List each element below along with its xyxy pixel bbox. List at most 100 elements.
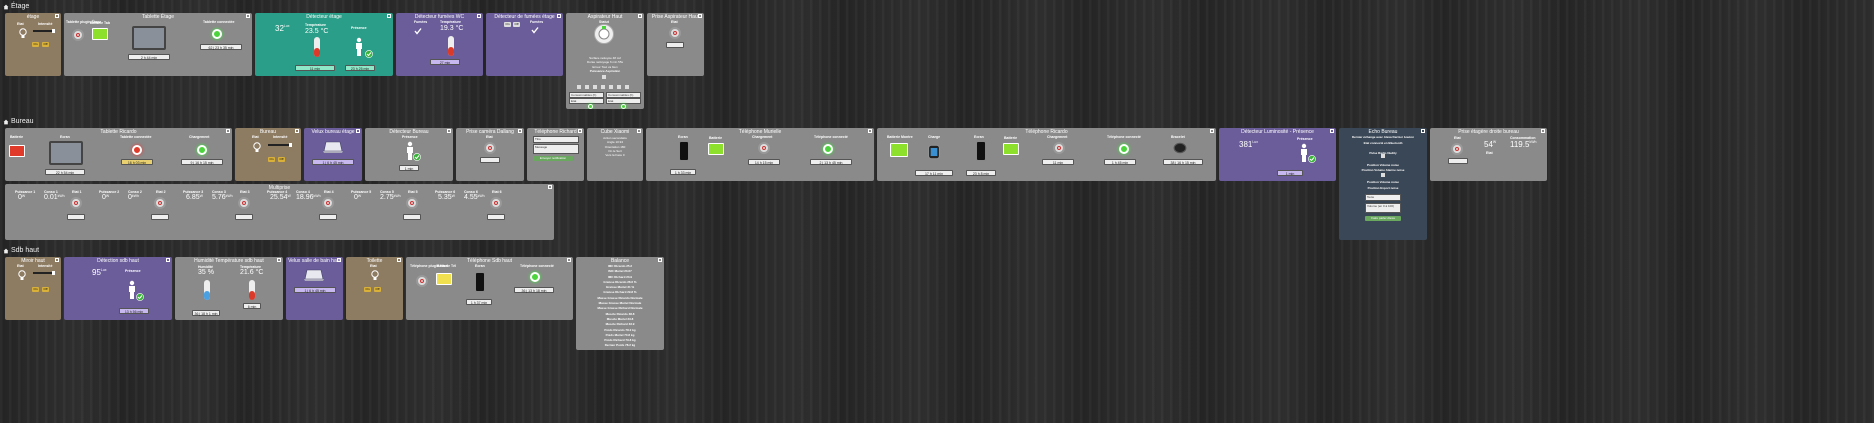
- on-button[interactable]: On: [32, 287, 39, 292]
- config-icon[interactable]: [166, 258, 170, 262]
- control-button[interactable]: [625, 85, 629, 89]
- refresh-icon[interactable]: [588, 104, 593, 109]
- status-badge: [666, 42, 684, 48]
- plug-icon[interactable]: [1451, 143, 1463, 155]
- config-icon[interactable]: [578, 129, 582, 133]
- config-icon[interactable]: [356, 129, 360, 133]
- config-icon[interactable]: [698, 14, 702, 18]
- window-icon[interactable]: [323, 141, 343, 153]
- control-button[interactable]: [617, 85, 621, 89]
- plug-icon[interactable]: [416, 275, 428, 287]
- config-icon[interactable]: [397, 258, 401, 262]
- on-button[interactable]: On: [268, 157, 275, 162]
- intensity-slider[interactable]: [33, 271, 55, 275]
- config-icon[interactable]: [1330, 129, 1334, 133]
- config-icon[interactable]: [55, 14, 59, 18]
- tile-balance: Balance IMC Ricardo 25.2 IMC Muriel 23.67…: [576, 257, 664, 350]
- config-icon[interactable]: [548, 185, 552, 189]
- config-icon[interactable]: [295, 129, 299, 133]
- power-value: 0W: [18, 194, 26, 201]
- label-chargement: Chargement: [189, 135, 210, 139]
- tile-detecteur-luminosite: Détecteur Luminosité - Présence 381Lux P…: [1219, 128, 1336, 181]
- checkbox[interactable]: [1381, 154, 1385, 158]
- window-icon[interactable]: [304, 269, 324, 281]
- status-badge: [235, 214, 253, 220]
- config-icon[interactable]: [55, 258, 59, 262]
- config-icon[interactable]: [277, 258, 281, 262]
- label-connect: Tablette connectée: [120, 135, 152, 139]
- status-badge: [151, 214, 169, 220]
- plug-icon[interactable]: [669, 27, 681, 39]
- thermometer-icon: [249, 280, 255, 300]
- label-presence: Présence: [1297, 137, 1313, 141]
- config-icon[interactable]: [337, 258, 341, 262]
- off-button[interactable]: Off: [42, 287, 49, 292]
- plug-icon[interactable]: [322, 197, 334, 209]
- config-icon[interactable]: [567, 258, 571, 262]
- power-slider[interactable]: [602, 75, 606, 79]
- label-ecran: Ecran: [60, 135, 70, 139]
- bulb-icon[interactable]: [253, 142, 261, 153]
- off-button[interactable]: Off: [42, 42, 49, 47]
- label-connect: Téléphone connecté: [814, 135, 848, 139]
- config-icon[interactable]: [638, 14, 642, 18]
- volume-input[interactable]: Volume (en 0 à 100): [1365, 203, 1401, 213]
- config-icon[interactable]: [477, 14, 481, 18]
- humidity-gauge-icon: [204, 280, 210, 300]
- tile-fumees-etage: Détecteur de fumées étage On Off Fumées: [486, 13, 563, 76]
- config-icon[interactable]: [518, 129, 522, 133]
- message-input[interactable]: Message: [533, 144, 579, 154]
- speak-button[interactable]: Faire parler Alexa: [1365, 216, 1401, 221]
- tile-tablette-ricardo: Tablette Ricardo Batterie Ecran Tablette…: [5, 128, 232, 181]
- bulb-icon[interactable]: [18, 270, 26, 281]
- config-icon[interactable]: [1541, 129, 1545, 133]
- control-button[interactable]: [577, 85, 581, 89]
- on-button[interactable]: On: [504, 22, 511, 27]
- status-badge: [487, 214, 505, 220]
- presence-check-icon: [1308, 155, 1316, 163]
- config-icon[interactable]: [557, 14, 561, 18]
- label-connect: Téléphone connecté: [520, 264, 554, 268]
- config-icon[interactable]: [637, 129, 641, 133]
- plug-icon[interactable]: [72, 29, 84, 41]
- intensity-slider[interactable]: [268, 143, 292, 147]
- tile-aspirateur: Aspirateur Haut Statut Surface nettoyée …: [566, 13, 644, 109]
- config-icon[interactable]: [1210, 129, 1214, 133]
- config-icon[interactable]: [387, 14, 391, 18]
- on-button[interactable]: On: [364, 287, 371, 292]
- plug-icon[interactable]: [406, 197, 418, 209]
- time-badge: 2 h 44 min: [128, 54, 170, 60]
- control-button[interactable]: [585, 85, 589, 89]
- off-button[interactable]: Off: [374, 287, 381, 292]
- plug-icon[interactable]: [484, 142, 496, 154]
- control-button[interactable]: [593, 85, 597, 89]
- tablet-icon: [49, 141, 83, 165]
- off-button[interactable]: Off: [278, 157, 285, 162]
- control-button[interactable]: [609, 85, 613, 89]
- on-button[interactable]: On: [32, 42, 39, 47]
- config-icon[interactable]: [658, 258, 662, 262]
- checkbox[interactable]: [1381, 173, 1385, 177]
- tile-toilette: Toilette Etat On Off: [346, 257, 403, 320]
- text-input[interactable]: Texte: [1365, 194, 1401, 201]
- config-icon[interactable]: [226, 129, 230, 133]
- intensity-slider[interactable]: [33, 29, 55, 33]
- off-button[interactable]: Off: [513, 22, 520, 27]
- bulb-icon[interactable]: [19, 28, 27, 39]
- label-ecran: Ecran: [475, 264, 485, 268]
- send-notification-button[interactable]: Envoyer notification: [533, 156, 573, 161]
- plug-icon[interactable]: [70, 197, 82, 209]
- plug-icon[interactable]: [490, 197, 502, 209]
- control-button[interactable]: [601, 85, 605, 89]
- plug-icon[interactable]: [238, 197, 250, 209]
- config-icon[interactable]: [868, 129, 872, 133]
- temperature-value: 19.3 °C: [440, 25, 464, 32]
- config-icon[interactable]: [1421, 129, 1425, 133]
- config-icon[interactable]: [447, 129, 451, 133]
- refresh-icon[interactable]: [621, 104, 626, 109]
- etat-field[interactable]: Etat: [569, 98, 604, 104]
- config-icon[interactable]: [246, 14, 250, 18]
- bulb-icon[interactable]: [371, 270, 379, 281]
- title-input[interactable]: Titre: [533, 136, 579, 143]
- plug-icon[interactable]: [154, 197, 166, 209]
